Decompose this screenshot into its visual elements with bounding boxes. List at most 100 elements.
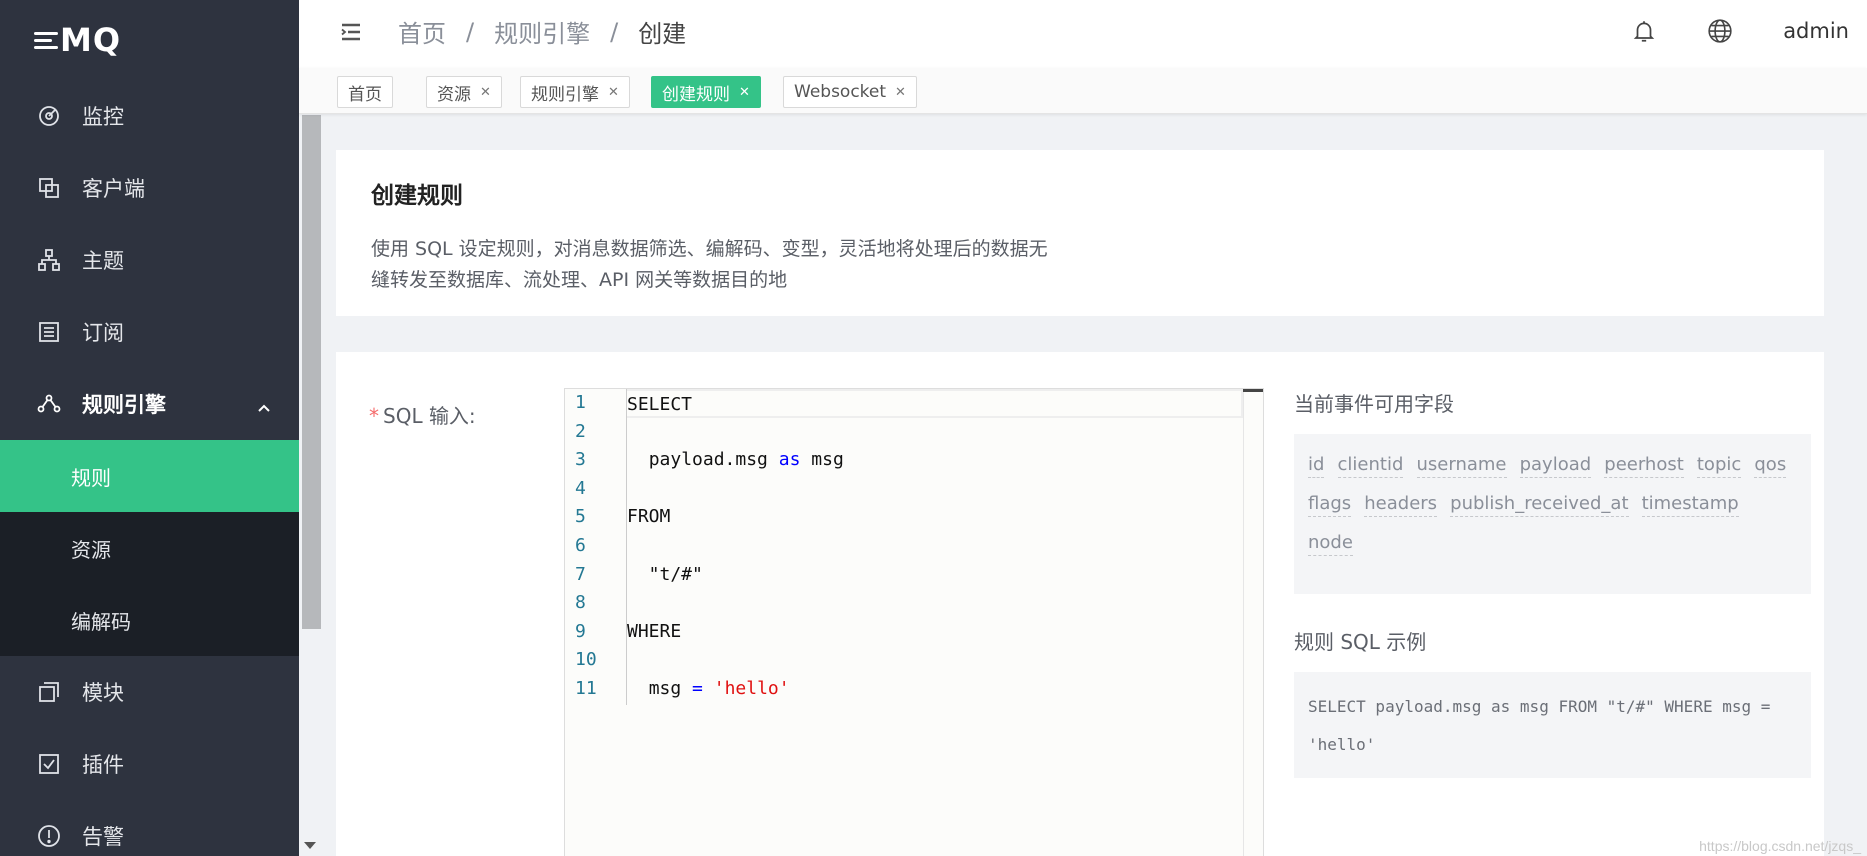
- field-tag[interactable]: payload: [1519, 454, 1592, 478]
- code-line[interactable]: WHERE: [627, 618, 1243, 647]
- watermark: https://blog.csdn.net/jzqs_: [1699, 838, 1861, 854]
- line-number: 4: [575, 477, 586, 499]
- line-number: 7: [575, 563, 586, 585]
- bell-icon[interactable]: [1631, 18, 1657, 44]
- code-token-part: [681, 678, 692, 699]
- tab-resources[interactable]: 资源 ✕: [426, 76, 502, 108]
- field-tag[interactable]: flags: [1308, 493, 1352, 517]
- line-number: 5: [575, 506, 586, 528]
- rule-form-card: * SQL 输入: 1 2 3 4 5 6 7 8 9 10 11 SELECT …: [336, 352, 1824, 856]
- tab-label: Websocket: [794, 82, 887, 102]
- line-number: 8: [575, 592, 586, 614]
- header-actions: admin: [1631, 18, 1849, 44]
- line-numbers: 1 2 3 4 5 6 7 8 9 10 11: [565, 389, 625, 704]
- fields-panel: id clientid username payload peerhost to…: [1294, 434, 1811, 594]
- required-mark: *: [369, 404, 379, 428]
- code-token-part: 'hello': [713, 677, 790, 699]
- field-tag[interactable]: id: [1308, 454, 1325, 478]
- sidebar: MQ 监控 客户端 主题 订阅 规则引擎 规则 资源 编解码 模块 插件 告警: [0, 0, 299, 856]
- scroll-down-arrow-icon[interactable]: [304, 842, 316, 849]
- sidebar-subitem-codec[interactable]: 编解码: [0, 584, 299, 656]
- close-icon[interactable]: ✕: [608, 85, 619, 100]
- code-line[interactable]: FROM: [627, 503, 1243, 532]
- line-number: 9: [575, 620, 586, 642]
- code-line[interactable]: [627, 589, 1243, 618]
- plugins-icon: [36, 751, 62, 777]
- globe-icon[interactable]: [1707, 18, 1733, 44]
- sidebar-item-subscriptions[interactable]: 订阅: [0, 296, 299, 368]
- close-icon[interactable]: ✕: [739, 85, 750, 100]
- sidebar-item-plugins[interactable]: 插件: [0, 728, 299, 800]
- field-tag[interactable]: node: [1308, 532, 1353, 556]
- code-token-part: msg: [648, 677, 682, 699]
- code-token-part: msg: [811, 449, 844, 471]
- sidebar-item-monitor[interactable]: 监控: [0, 80, 299, 152]
- modules-icon: [36, 679, 62, 705]
- breadcrumb-rule-engine[interactable]: 规则引擎: [494, 14, 590, 49]
- code-token-part: [627, 678, 649, 699]
- description-line: 使用 SQL 设定规则，对消息数据筛选、编解码、变型，灵活地将处理后的数据无: [371, 238, 1048, 260]
- field-tag[interactable]: topic: [1696, 454, 1742, 478]
- code-lines[interactable]: SELECT payload.msg as msg FROM "t/#" WHE…: [626, 389, 1243, 705]
- sidebar-item-label: 告警: [82, 825, 124, 849]
- field-tag[interactable]: qos: [1754, 454, 1787, 478]
- sidebar-item-modules[interactable]: 模块: [0, 656, 299, 728]
- sidebar-item-topics[interactable]: 主题: [0, 224, 299, 296]
- tab-label: 资源: [437, 84, 471, 105]
- user-menu[interactable]: admin: [1783, 19, 1849, 43]
- close-icon[interactable]: ✕: [480, 85, 491, 100]
- sidebar-subitem-rules[interactable]: 规则: [0, 440, 299, 512]
- close-icon[interactable]: ✕: [895, 85, 906, 100]
- breadcrumb-home[interactable]: 首页: [398, 14, 446, 49]
- tab-create-rule[interactable]: 创建规则 ✕: [651, 76, 761, 108]
- monitor-icon: [36, 103, 62, 129]
- tab-websocket[interactable]: Websocket ✕: [783, 76, 917, 108]
- sample-sql: SELECT payload.msg as msg FROM "t/#" WHE…: [1294, 672, 1811, 778]
- sidebar-subitem-resources[interactable]: 资源: [0, 512, 299, 584]
- code-line[interactable]: "t/#": [627, 561, 1243, 590]
- code-line[interactable]: payload.msg as msg: [627, 446, 1243, 475]
- code-line[interactable]: SELECT: [627, 389, 1243, 418]
- breadcrumb: 首页 / 规则引擎 / 创建: [398, 14, 686, 49]
- sql-editor[interactable]: 1 2 3 4 5 6 7 8 9 10 11 SELECT payload.m…: [564, 388, 1264, 856]
- chevron-up-icon: [257, 396, 271, 412]
- field-tag[interactable]: username: [1416, 454, 1507, 478]
- top-header: 首页 / 规则引擎 / 创建 admin: [299, 0, 1867, 68]
- field-tag[interactable]: publish_received_at: [1450, 493, 1629, 517]
- menu-toggle-icon[interactable]: [339, 20, 363, 44]
- line-number: 1: [575, 392, 586, 413]
- sidebar-subitem-label: 规则: [71, 465, 111, 490]
- tab-label: 规则引擎: [531, 84, 599, 105]
- code-line[interactable]: [627, 475, 1243, 504]
- sidebar-item-label: 监控: [82, 105, 124, 129]
- sidebar-item-label: 主题: [82, 249, 124, 273]
- sidebar-item-label: 客户端: [82, 177, 145, 201]
- code-token-part: [768, 449, 779, 470]
- tabs-bar: 首页 资源 ✕ 规则引擎 ✕ 创建规则 ✕ Websocket ✕: [299, 68, 1867, 114]
- editor-scrollbar[interactable]: [1243, 389, 1263, 856]
- sidebar-item-alarm[interactable]: 告警: [0, 800, 299, 856]
- page-scrollbar-thumb[interactable]: [302, 115, 321, 629]
- line-number: 11: [575, 677, 597, 699]
- code-token-part: [800, 449, 811, 470]
- subscriptions-icon: [36, 319, 62, 345]
- field-tag[interactable]: peerhost: [1604, 454, 1684, 478]
- code-line[interactable]: [627, 532, 1243, 561]
- field-tag[interactable]: timestamp: [1641, 493, 1739, 517]
- app-logo[interactable]: MQ: [0, 0, 299, 80]
- code-line[interactable]: [627, 418, 1243, 447]
- line-number: 10: [575, 649, 597, 671]
- code-line[interactable]: msg = 'hello': [627, 675, 1243, 704]
- field-tag[interactable]: clientid: [1337, 454, 1404, 478]
- field-tag[interactable]: headers: [1364, 493, 1438, 517]
- code-token-part: [703, 678, 714, 699]
- tab-home[interactable]: 首页: [337, 76, 393, 108]
- tab-rule-engine[interactable]: 规则引擎 ✕: [520, 76, 630, 108]
- sidebar-item-rule-engine[interactable]: 规则引擎: [0, 368, 299, 440]
- page-description: 使用 SQL 设定规则，对消息数据筛选、编解码、变型，灵活地将处理后的数据无 缝…: [371, 234, 1171, 296]
- sidebar-item-clients[interactable]: 客户端: [0, 152, 299, 224]
- code-token-part: [627, 449, 649, 470]
- code-line[interactable]: [627, 646, 1243, 675]
- page-title: 创建规则: [371, 183, 463, 209]
- sidebar-item-label: 模块: [82, 681, 124, 705]
